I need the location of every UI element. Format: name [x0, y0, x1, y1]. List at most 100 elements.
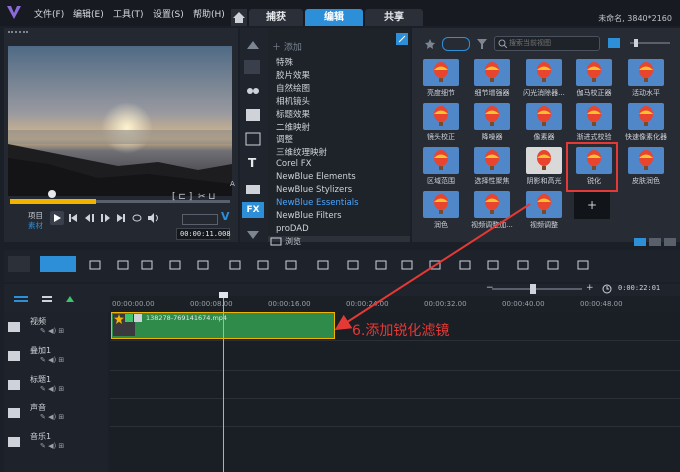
chapter-add-icon[interactable]	[374, 259, 388, 271]
library-view-buttons[interactable]	[634, 238, 676, 246]
timeline-zoom-handle[interactable]	[530, 284, 536, 294]
play-button[interactable]	[50, 211, 64, 225]
filter-category-item[interactable]: proDAD	[276, 224, 309, 234]
filter-category-item[interactable]: 标题效果	[276, 108, 310, 120]
thumb-size-handle[interactable]	[634, 39, 638, 47]
motion-icon[interactable]	[400, 259, 414, 271]
tab-edit[interactable]: 编辑	[305, 9, 363, 26]
filter-thumbnail[interactable]	[474, 103, 510, 130]
browse-icon[interactable]	[270, 236, 282, 246]
audio-mix-icon[interactable]	[346, 259, 360, 271]
pin-icon[interactable]	[396, 33, 408, 45]
music-track-icon[interactable]	[8, 437, 20, 447]
player-timecode-box[interactable]: 00:00:11.008	[176, 228, 231, 240]
filter-thumbnail[interactable]	[423, 147, 459, 174]
add-button[interactable]: ＋ 添加	[272, 40, 302, 53]
mask-icon[interactable]	[458, 259, 472, 271]
scroll-down-icon[interactable]	[246, 230, 260, 240]
filter-category-item[interactable]: 二维映射	[276, 121, 310, 133]
track-controls[interactable]: ✎ ◀) ⊞	[40, 442, 64, 450]
chapter-icon[interactable]	[42, 295, 56, 305]
track-controls[interactable]: ✎ ◀) ⊞	[40, 385, 64, 393]
filter-thumbnail[interactable]	[526, 103, 562, 130]
prev-frame-icon[interactable]	[84, 213, 96, 223]
playhead-marker[interactable]	[219, 292, 228, 298]
view-toggle[interactable]	[442, 37, 470, 51]
tab-share[interactable]: 共享	[365, 9, 423, 26]
split-icon[interactable]	[116, 259, 130, 271]
playhead-handle[interactable]	[48, 190, 56, 198]
filter-category-item[interactable]: 三维纹理映射	[276, 146, 327, 158]
stabilize-icon[interactable]	[516, 259, 530, 271]
expand-icon[interactable]: V	[221, 210, 230, 223]
star-favorite-icon[interactable]	[424, 38, 436, 50]
filter-category-item[interactable]: NewBlue Filters	[276, 211, 342, 221]
filter-category-item[interactable]: 胶片效果	[276, 69, 310, 81]
filter-thumbnail[interactable]	[576, 103, 612, 130]
filter-category-item[interactable]: NewBlue Essentials	[276, 198, 359, 208]
marker-add-icon[interactable]	[284, 259, 298, 271]
filter-thumbnail[interactable]	[423, 103, 459, 130]
mode-clip-label[interactable]: 素材	[28, 220, 43, 231]
timeline-view-button[interactable]	[40, 256, 76, 272]
color-icon[interactable]	[316, 259, 330, 271]
track-controls[interactable]: ✎ ◀) ⊞	[40, 356, 64, 364]
track-controls[interactable]: ✎ ◀) ⊞	[40, 413, 64, 421]
next-frame-icon[interactable]	[100, 213, 112, 223]
menu-tools[interactable]: 工具(T)	[113, 7, 144, 20]
fit-icon[interactable]	[228, 259, 242, 271]
undo-icon[interactable]	[140, 259, 154, 271]
media-category-icon[interactable]	[244, 60, 260, 74]
edit-icon[interactable]	[576, 259, 590, 271]
menu-settings[interactable]: 设置(S)	[153, 7, 184, 20]
menu-help[interactable]: 帮助(H)	[193, 7, 225, 20]
tab-capture[interactable]: 捕获	[249, 9, 303, 26]
split-clip-icon[interactable]	[256, 259, 270, 271]
voice-track-icon[interactable]	[8, 408, 20, 418]
track-manager-icon[interactable]	[14, 295, 28, 305]
filter-thumbnail[interactable]	[526, 191, 562, 218]
filter-thumbnail[interactable]	[474, 59, 510, 86]
browse-button[interactable]: 浏览	[285, 236, 301, 247]
track-icon[interactable]	[428, 259, 442, 271]
storyboard-view-button[interactable]	[8, 256, 30, 272]
repeat-icon[interactable]	[131, 213, 143, 223]
overlay-track-icon[interactable]	[8, 351, 20, 361]
scroll-up-icon[interactable]	[246, 40, 260, 50]
3d-title-icon[interactable]	[546, 259, 560, 271]
filter-thumbnail[interactable]	[474, 147, 510, 174]
instant-project-icon[interactable]	[245, 108, 261, 122]
title-category-icon[interactable]: T	[248, 156, 256, 170]
video-track-icon[interactable]	[8, 322, 20, 332]
fx-category-icon[interactable]: FX	[242, 202, 264, 218]
filter-thumbnail[interactable]	[628, 147, 664, 174]
filter-category-item[interactable]: 自然绘图	[276, 82, 310, 94]
filter-thumbnail[interactable]	[423, 191, 459, 218]
filter-category-item[interactable]: 相机镜头	[276, 95, 310, 107]
search-box[interactable]	[494, 36, 600, 51]
menu-file[interactable]: 文件(F)	[34, 7, 64, 20]
thumbnail-view-icon[interactable]	[608, 38, 620, 48]
transition-category-icon[interactable]	[245, 84, 261, 98]
go-start-icon[interactable]	[68, 213, 78, 223]
filter-category-item[interactable]: 调整	[276, 133, 293, 145]
filter-thumbnail[interactable]	[526, 59, 562, 86]
filter-icon[interactable]	[476, 38, 488, 50]
zoom-out-icon[interactable]: −	[486, 283, 494, 293]
motion-track-icon[interactable]	[486, 259, 500, 271]
volume-icon[interactable]	[147, 213, 159, 223]
filter-thumbnail[interactable]	[526, 147, 562, 174]
add-filter-slot[interactable]: +	[574, 192, 610, 219]
filter-category-item[interactable]: NewBlue Elements	[276, 172, 356, 182]
record-icon[interactable]	[88, 259, 102, 271]
timeline-zoom-slider[interactable]	[492, 288, 582, 290]
trim-icon[interactable]	[196, 259, 210, 271]
title-track-icon[interactable]	[8, 380, 20, 390]
track-controls[interactable]: ✎ ◀) ⊞	[40, 327, 64, 335]
filter-category-item[interactable]: Corel FX	[276, 159, 311, 169]
redo-icon[interactable]	[168, 259, 182, 271]
timeline-playhead[interactable]	[223, 296, 224, 472]
filter-thumbnail[interactable]	[576, 59, 612, 86]
player-tools[interactable]: [ ⊏ ] ✂ ⊔	[172, 192, 215, 202]
marker-icon[interactable]	[66, 295, 80, 305]
